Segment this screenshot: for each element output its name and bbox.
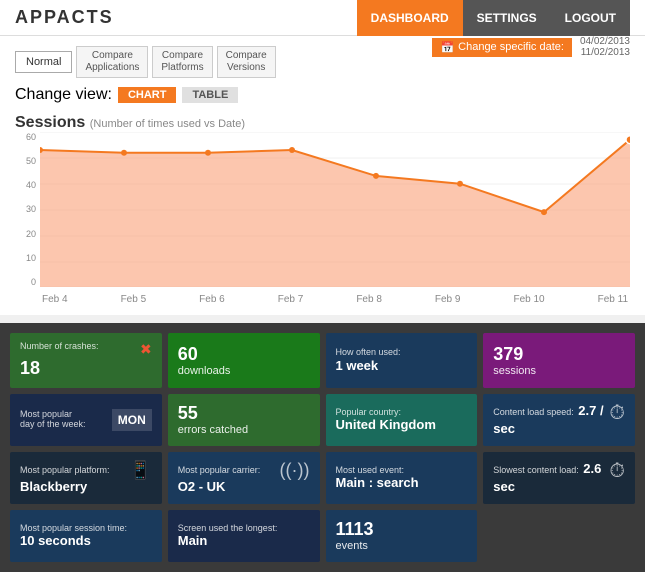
stats-section: Number of crashes: ✖ 18 60 downloads How…	[0, 323, 645, 572]
stat-events: 1113 events	[326, 510, 478, 562]
settings-button[interactable]: SETTINGS	[463, 0, 551, 36]
change-date-button[interactable]: 📅 Change specific date:	[432, 38, 572, 57]
stat-slowest-load: Slowest content load: 2.6 sec ⏱	[483, 452, 635, 504]
stat-platform: Most popular platform: Blackberry 📱	[10, 452, 162, 504]
phone-icon: 📱	[129, 460, 151, 481]
chart-subtitle: (Number of times used vs Date)	[90, 118, 245, 130]
stat-screen-longest: Screen used the longest: Main	[168, 510, 320, 562]
crash-icon: ✖	[140, 341, 152, 358]
stat-how-often: How often used: 1 week	[326, 333, 478, 388]
calendar-icon: 📅	[440, 41, 454, 54]
stat-carrier: Most popular carrier: O2 - UK ((·))	[168, 452, 320, 504]
signal-icon: ((·))	[280, 460, 310, 481]
stat-session-time: Most popular session time: 10 seconds	[10, 510, 162, 562]
chart-wrapper: 60 50 40 30 20 10 0	[15, 132, 630, 305]
view-row: Change view: CHART TABLE	[15, 86, 630, 104]
main-content: Select app: 0845 Change time: 1 Week 📅 C…	[0, 36, 645, 315]
stat-content-load: Content load speed: 2.7 / sec ⏱	[483, 394, 635, 446]
stat-most-used-event: Most used event: Main : search	[326, 452, 478, 504]
stat-crashes: Number of crashes: ✖ 18	[10, 333, 162, 388]
stat-country: Popular country: United Kingdom	[326, 394, 478, 446]
stat-popular-day: Most popularday of the week: MON	[10, 394, 162, 446]
stat-downloads: 60 downloads	[168, 333, 320, 388]
tab-row: Normal CompareApplications ComparePlatfo…	[15, 46, 432, 78]
tab-compare-applications[interactable]: CompareApplications	[76, 46, 148, 78]
chart-plot-area: Feb 4 Feb 5 Feb 6 Feb 7 Feb 8 Feb 9 Feb …	[40, 132, 630, 305]
logo: APPACTS	[15, 7, 114, 28]
chart-section: Sessions (Number of times used vs Date) …	[15, 114, 630, 305]
tab-normal[interactable]: Normal	[15, 51, 72, 73]
view-chart-button[interactable]: CHART	[118, 87, 177, 103]
logout-button[interactable]: LOGOUT	[551, 0, 630, 36]
header-nav: DASHBOARD SETTINGS LOGOUT	[357, 0, 630, 36]
header: APPACTS DASHBOARD SETTINGS LOGOUT	[0, 0, 645, 36]
tab-compare-platforms[interactable]: ComparePlatforms	[152, 46, 212, 78]
view-table-button[interactable]: TABLE	[182, 87, 238, 103]
timer2-icon: ⏱	[609, 460, 625, 483]
stat-errors: 55 errors catched	[168, 394, 320, 446]
y-axis: 60 50 40 30 20 10 0	[15, 132, 40, 287]
x-axis: Feb 4 Feb 5 Feb 6 Feb 7 Feb 8 Feb 9 Feb …	[40, 294, 630, 305]
timer-icon: ⏱	[609, 402, 625, 425]
sessions-chart	[40, 132, 630, 287]
chart-title: Sessions	[15, 114, 85, 131]
tab-compare-versions[interactable]: CompareVersions	[217, 46, 276, 78]
date-range: 04/02/2013 11/02/2013	[580, 36, 630, 58]
dashboard-button[interactable]: DASHBOARD	[357, 0, 463, 36]
stats-grid: Number of crashes: ✖ 18 60 downloads How…	[10, 333, 635, 562]
change-view-label: Change view:	[15, 86, 112, 104]
stat-sessions: 379 sessions	[483, 333, 635, 388]
